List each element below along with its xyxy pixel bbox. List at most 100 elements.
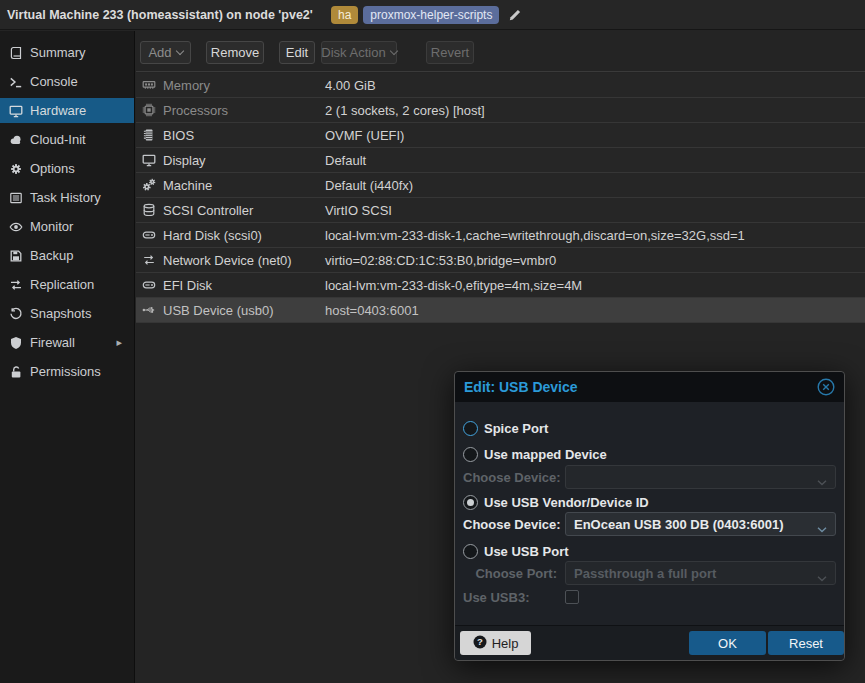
sidebar-item-console[interactable]: Console <box>0 69 134 94</box>
hw-row-network-device-net0[interactable]: Network Device (net0)virtio=02:88:CD:1C:… <box>136 248 865 273</box>
hw-row-value: Default <box>325 153 366 168</box>
usb-icon <box>142 303 156 317</box>
radio-label: Use USB Port <box>484 544 569 559</box>
radio-label: Use mapped Device <box>484 447 607 462</box>
floppy-icon <box>9 249 23 263</box>
hw-row-hard-disk-scsi0[interactable]: Hard Disk (scsi0)local-lvm:vm-233-disk-1… <box>136 223 865 248</box>
sidebar-item-cloud-init[interactable]: Cloud-Init <box>0 127 134 152</box>
hw-row-value: Default (i440fx) <box>325 178 413 193</box>
hw-row-value: local-lvm:vm-233-disk-0,efitype=4m,size=… <box>325 278 582 293</box>
sidebar-item-label: Snapshots <box>30 306 91 321</box>
field-label: Choose Port: <box>463 566 565 581</box>
hw-row-label: EFI Disk <box>163 278 325 293</box>
svg-text:?: ? <box>477 636 483 647</box>
hw-row-usb-device-usb0[interactable]: USB Device (usb0)host=0403:6001 <box>136 298 865 323</box>
radio-option-use-usb-vendor-device-id[interactable]: Use USB Vendor/Device ID <box>463 492 836 512</box>
page-header: Virtual Machine 233 (homeassistant) on n… <box>0 0 865 30</box>
tag-list: haproxmox-helper-scripts <box>331 6 522 24</box>
hw-row-memory[interactable]: Memory4.00 GiB <box>136 73 865 98</box>
radio-button[interactable] <box>463 421 478 436</box>
hw-row-scsi-controller[interactable]: SCSI ControllerVirtIO SCSI <box>136 198 865 223</box>
hw-row-efi-disk[interactable]: EFI Disklocal-lvm:vm-233-disk-0,efitype=… <box>136 273 865 298</box>
sidebar-item-label: Permissions <box>30 364 101 379</box>
hw-row-value: VirtIO SCSI <box>325 203 392 218</box>
sidebar-item-snapshots[interactable]: Snapshots <box>0 301 134 326</box>
sidebar-item-permissions[interactable]: Permissions <box>0 359 134 384</box>
radio-button[interactable] <box>463 544 478 559</box>
sidebar-item-task-history[interactable]: Task History <box>0 185 134 210</box>
sidebar-item-options[interactable]: Options <box>0 156 134 181</box>
help-icon: ? <box>473 635 487 652</box>
remove-button[interactable]: Remove <box>206 41 264 64</box>
vm-tag: ha <box>331 6 358 24</box>
radio-option-use-usb-port[interactable]: Use USB Port <box>463 541 836 561</box>
edit-usb-device-dialog: Edit: USB Device Spice Port Use mapped De… <box>454 371 845 661</box>
hw-row-display[interactable]: DisplayDefault <box>136 148 865 173</box>
sidebar-item-firewall[interactable]: Firewall▸ <box>0 330 134 355</box>
list-icon <box>9 191 23 205</box>
combo-box[interactable]: EnOcean USB 300 DB (0403:6001) <box>565 512 836 536</box>
hw-row-value: 4.00 GiB <box>325 78 376 93</box>
hw-row-bios[interactable]: BIOSOVMF (UEFI) <box>136 123 865 148</box>
hw-row-processors[interactable]: Processors2 (1 sockets, 2 cores) [host] <box>136 98 865 123</box>
radio-label: Spice Port <box>484 421 548 436</box>
proxmox-app: Virtual Machine 233 (homeassistant) on n… <box>0 0 865 683</box>
hardware-table: Memory4.00 GiBProcessors2 (1 sockets, 2 … <box>136 73 865 323</box>
hw-row-label: Memory <box>163 78 325 93</box>
help-button[interactable]: ? Help <box>460 631 531 655</box>
sidebar-item-label: Console <box>30 74 78 89</box>
sidebar-item-replication[interactable]: Replication <box>0 272 134 297</box>
ok-button[interactable]: OK <box>689 631 766 655</box>
hw-row-label: SCSI Controller <box>163 203 325 218</box>
dialog-titlebar: Edit: USB Device <box>455 372 844 402</box>
replication-icon <box>9 278 23 292</box>
edit-tags-pencil-icon[interactable] <box>508 8 522 22</box>
monitor-icon <box>9 104 23 118</box>
combo-box <box>565 465 836 489</box>
sidebar-item-label: Summary <box>30 45 86 60</box>
shield-icon <box>9 336 23 350</box>
edit-button[interactable]: Edit <box>279 41 315 64</box>
hw-row-label: BIOS <box>163 128 325 143</box>
gears-icon <box>142 178 156 192</box>
sidebar-item-label: Task History <box>30 190 101 205</box>
hdd-icon <box>142 278 156 292</box>
checkbox-option-use-usb3: Use USB3: <box>463 588 836 606</box>
add-button[interactable]: Add <box>140 41 191 64</box>
radio-option-use-mapped-device[interactable]: Use mapped Device <box>463 444 836 464</box>
sidebar-item-label: Replication <box>30 277 94 292</box>
hw-row-label: Processors <box>163 103 325 118</box>
dialog-title: Edit: USB Device <box>464 379 578 395</box>
unlock-icon <box>9 365 23 379</box>
close-icon[interactable] <box>817 378 835 396</box>
dialog-body: Spice Port Use mapped Device Choose Device… <box>455 402 844 606</box>
field-label: Choose Device: <box>463 517 565 532</box>
radio-button[interactable] <box>463 495 478 510</box>
hw-row-machine[interactable]: MachineDefault (i440fx) <box>136 173 865 198</box>
hw-row-label: Hard Disk (scsi0) <box>163 228 325 243</box>
eye-icon <box>9 220 23 234</box>
field-choose-device-2: Choose Device: <box>463 465 836 489</box>
hw-row-value: host=0403:6001 <box>325 303 419 318</box>
hw-row-value: virtio=02:88:CD:1C:53:B0,bridge=vmbr0 <box>325 253 556 268</box>
page-title: Virtual Machine 233 (homeassistant) on n… <box>7 8 313 22</box>
sidebar-item-hardware[interactable]: Hardware <box>0 98 134 123</box>
use-usb3-checkbox[interactable] <box>565 590 579 604</box>
chip-icon <box>142 128 156 142</box>
radio-option-spice-port[interactable]: Spice Port <box>463 418 836 438</box>
sidebar-item-monitor[interactable]: Monitor <box>0 214 134 239</box>
field-choose-port-6: Choose Port:Passthrough a full port <box>463 561 836 585</box>
sidebar-item-summary[interactable]: Summary <box>0 40 134 65</box>
sidebar-item-backup[interactable]: Backup <box>0 243 134 268</box>
hdd-icon <box>142 228 156 242</box>
chevron-down-icon <box>817 521 827 528</box>
terminal-icon <box>9 75 23 89</box>
radio-button[interactable] <box>463 447 478 462</box>
reset-button[interactable]: Reset <box>768 631 844 655</box>
radio-label: Use USB Vendor/Device ID <box>484 495 649 510</box>
sidebar-item-label: Monitor <box>30 219 73 234</box>
controller-icon <box>142 203 156 217</box>
cpu-icon <box>142 103 156 117</box>
sidebar-item-label: Options <box>30 161 75 176</box>
disk-action-button: Disk Action <box>321 41 397 64</box>
